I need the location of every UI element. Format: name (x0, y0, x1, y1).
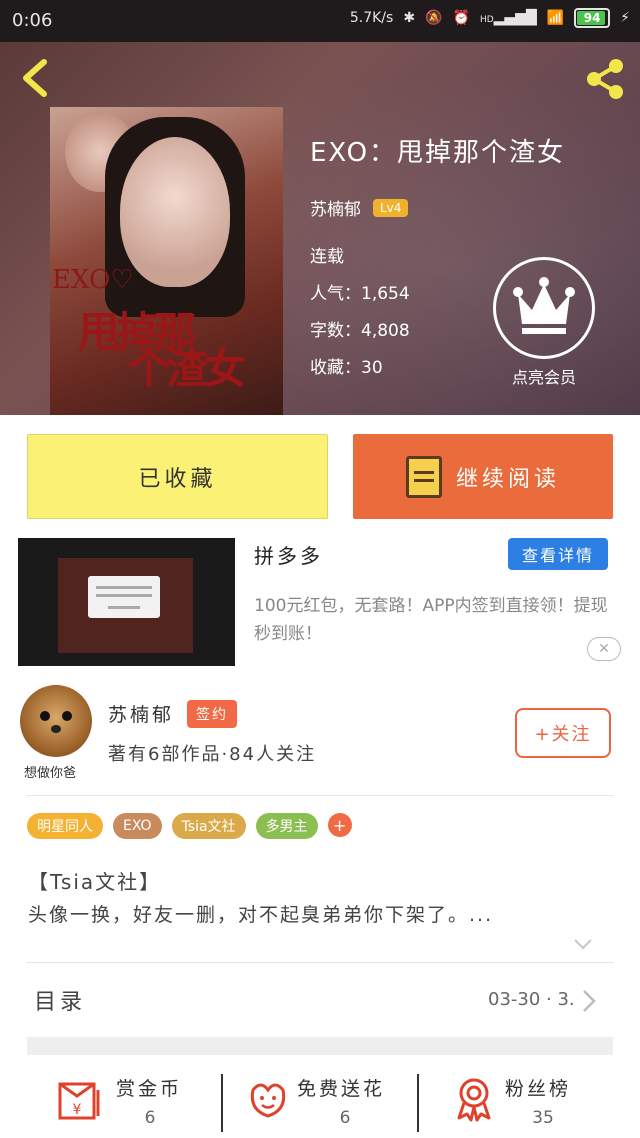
back-arrow-icon (23, 59, 47, 97)
bottom-action-bar: ¥ 赏金币 6 免费送花 6 粉丝榜 35 (0, 1062, 640, 1138)
fan-ranking-button[interactable]: 粉丝榜 35 (419, 1062, 640, 1138)
expand-summary-button[interactable] (573, 934, 593, 954)
tag-chip[interactable]: Tsia文社 (171, 813, 246, 839)
signal-icon: HD▂▄▆█ (479, 10, 537, 26)
tag-chip[interactable]: 多男主 (255, 813, 318, 839)
follow-button[interactable]: +关注 (515, 708, 611, 758)
author-row: 苏楠郁 Lv4 (310, 195, 565, 220)
summary-heading: 【Tsia文社】 (28, 870, 162, 894)
battery-icon: 94 (574, 8, 611, 28)
ribbon-badge-icon (457, 1078, 491, 1122)
chevron-right-icon (583, 990, 596, 1012)
fan-ranking-count: 35 (532, 1108, 554, 1128)
favorited-label: 已收藏 (138, 466, 217, 492)
author-info: 著有6部作品·84人关注 (108, 744, 317, 765)
section-separator (27, 1037, 613, 1055)
continue-reading-button[interactable]: 继续阅读 (353, 434, 613, 519)
ad-title[interactable]: 拼多多 (254, 540, 323, 569)
share-icon (587, 59, 623, 99)
author-level-badge: Lv4 (373, 198, 409, 217)
status-time: 0:06 (12, 10, 53, 31)
free-flower-button[interactable]: 免费送花 6 (223, 1062, 417, 1138)
ad-detail-button[interactable]: 查看详情 (508, 538, 608, 570)
share-button[interactable] (582, 56, 628, 102)
chevron-down-icon (574, 939, 592, 950)
reward-coin-label: 赏金币 (116, 1078, 183, 1100)
toc-latest-update[interactable]: 03-30 · 3. (488, 989, 575, 1010)
book-icon (405, 455, 442, 498)
charging-icon: ⚡ (620, 10, 630, 26)
book-title: EXO：甩掉那个渣女 (310, 138, 566, 168)
author-card-name[interactable]: 苏楠郁 (108, 700, 174, 727)
signed-badge: 签约 (187, 700, 237, 728)
more-tags-button[interactable]: + (327, 813, 352, 837)
cover-exo-text: EXO♡ (52, 265, 134, 295)
free-flower-count: 6 (339, 1108, 351, 1128)
flower-icon (250, 1083, 286, 1118)
ad-image[interactable] (18, 538, 235, 666)
tag-list: 明星同人 EXO Tsia文社 多男主 + (27, 813, 352, 839)
divider (26, 962, 614, 963)
reward-coin-count: 6 (144, 1108, 156, 1128)
continue-reading-label: 继续阅读 (455, 466, 560, 492)
vip-button[interactable] (493, 257, 595, 359)
back-button[interactable] (16, 56, 56, 100)
mute-icon: 🔕 (425, 10, 443, 26)
toc-open-button[interactable] (580, 988, 598, 1014)
divider (26, 795, 614, 796)
toc-label[interactable]: 目录 (34, 984, 86, 1016)
svg-text:¥: ¥ (73, 1102, 82, 1118)
status-icons: 5.7K/s ✱ 🔕 ⏰ HD▂▄▆█ 📶 94 ⚡ (350, 8, 630, 28)
alarm-icon: ⏰ (452, 10, 470, 26)
reward-coin-icon: ¥ (58, 1082, 100, 1120)
reward-coin-button[interactable]: ¥ 赏金币 6 (0, 1062, 220, 1138)
author-avatar[interactable] (20, 685, 92, 757)
crown-icon (513, 277, 575, 334)
book-header: EXO♡ 甩掉那 个渣女 EXO：甩掉那个渣女 苏楠郁 Lv4 连载 人气：1,… (0, 42, 640, 415)
summary-text[interactable]: 头像一换，好友一删，对不起臭弟弟你下架了。... (28, 900, 493, 927)
avatar-caption: 想做你爸 (24, 766, 77, 781)
free-flower-label: 免费送花 (297, 1078, 386, 1100)
ad-close-button[interactable]: ✕ (587, 637, 621, 661)
ad-dialog-thumbnail (88, 576, 160, 618)
bluetooth-icon: ✱ (403, 10, 416, 26)
wifi-icon: 📶 (546, 10, 565, 26)
vip-label: 点亮会员 (511, 368, 576, 387)
ad-description[interactable]: 100元红包，无套路！APP内签到直接领！提现秒到账！ (254, 592, 624, 648)
status-bar: 0:06 5.7K/s ✱ 🔕 ⏰ HD▂▄▆█ 📶 94 ⚡ (0, 0, 640, 42)
fan-ranking-label: 粉丝榜 (505, 1078, 572, 1100)
tag-chip[interactable]: 明星同人 (27, 813, 103, 839)
book-cover[interactable]: EXO♡ 甩掉那 个渣女 (50, 107, 283, 415)
book-author[interactable]: 苏楠郁 (310, 195, 361, 220)
tag-chip[interactable]: EXO (113, 813, 162, 839)
cover-title-line2: 个渣女 (128, 344, 246, 393)
favorited-button[interactable]: 已收藏 (27, 434, 328, 519)
net-speed: 5.7K/s (349, 10, 394, 26)
